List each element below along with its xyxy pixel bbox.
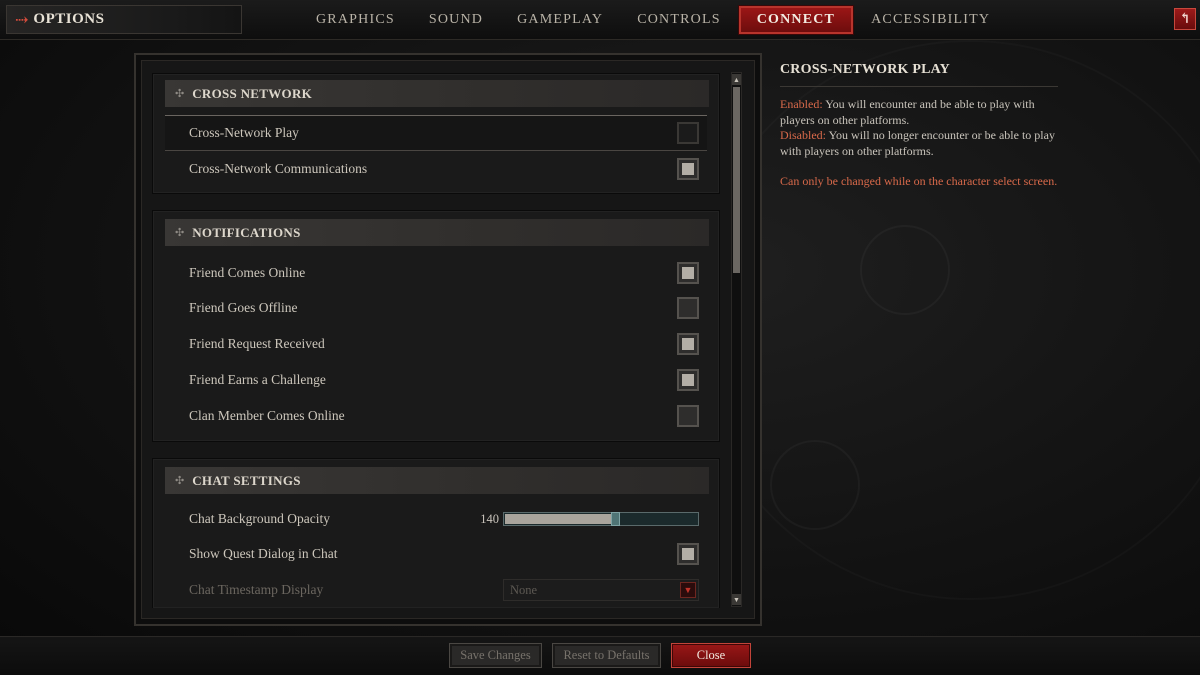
setting-label: Clan Member Comes Online [189,408,345,423]
friend-comes-online-checkbox[interactable] [677,262,699,284]
dropdown-arrow-icon: ▼ [680,582,696,598]
cross-network-play-checkbox[interactable] [677,122,699,144]
return-arrow-icon[interactable]: ↰ [1174,8,1196,30]
slider-fill [505,514,612,524]
clan-member-comes-online-checkbox[interactable] [677,405,699,427]
setting-clan-member-comes-online[interactable]: Clan Member Comes Online [189,401,699,431]
close-button[interactable]: Close [671,643,751,668]
section-header: ✣ CHAT SETTINGS [165,467,709,494]
section-cross-network: ✣ CROSS NETWORK Cross-Network Play Cross… [152,73,720,194]
tab-bar: GRAPHICS SOUND GAMEPLAY CONTROLS CONNECT… [300,6,1008,34]
setting-label: Friend Request Received [189,336,325,351]
section-title: NOTIFICATIONS [192,224,301,240]
timestamp-dropdown: None ▼ [503,579,699,601]
section-title: CROSS NETWORK [192,85,313,101]
section-title: CHAT SETTINGS [192,472,301,488]
diamond-icon: ✣ [175,475,185,487]
scroll-down-arrow-icon[interactable]: ▼ [732,594,741,605]
setting-label: Cross-Network Communications [189,161,368,176]
show-quest-dialog-checkbox[interactable] [677,543,699,565]
setting-cross-network-play[interactable]: Cross-Network Play [165,115,707,151]
disabled-label: Disabled: [780,128,826,142]
setting-friend-request-received[interactable]: Friend Request Received [189,329,699,359]
setting-friend-goes-offline[interactable]: Friend Goes Offline [189,293,699,323]
section-header: ✣ NOTIFICATIONS [165,219,709,246]
friend-goes-offline-checkbox[interactable] [677,297,699,319]
friend-request-received-checkbox[interactable] [677,333,699,355]
setting-chat-timestamp-display: Chat Timestamp Display None ▼ [189,575,699,605]
section-notifications: ✣ NOTIFICATIONS Friend Comes Online Frie… [152,210,720,442]
info-title: CROSS-NETWORK PLAY [780,62,1058,87]
section-chat-settings: ✣ CHAT SETTINGS Chat Background Opacity … [152,458,720,608]
scroll-up-arrow-icon[interactable]: ▲ [732,74,741,85]
save-changes-button[interactable]: Save Changes [449,643,542,668]
slider-thumb[interactable] [611,512,620,526]
setting-friend-earns-challenge[interactable]: Friend Earns a Challenge [189,365,699,395]
setting-label: Friend Comes Online [189,265,306,280]
friend-earns-challenge-checkbox[interactable] [677,369,699,391]
setting-friend-comes-online[interactable]: Friend Comes Online [189,258,699,288]
tab-sound[interactable]: SOUND [413,6,499,34]
opacity-slider[interactable] [503,512,699,526]
options-title: OPTIONS [33,11,105,27]
tab-graphics[interactable]: GRAPHICS [300,6,411,34]
tab-connect[interactable]: CONNECT [738,6,854,34]
setting-label: Chat Background Opacity [189,511,330,526]
section-header: ✣ CROSS NETWORK [165,80,709,107]
setting-label: Cross-Network Play [189,125,299,140]
diamond-icon: ✣ [175,88,185,100]
scrollbar[interactable]: ▲ ▼ [731,72,742,607]
options-arrow-icon: ⇢ [15,11,29,29]
opacity-value: 140 [480,511,499,526]
setting-chat-background-opacity[interactable]: Chat Background Opacity 140 [189,504,699,534]
setting-label: Show Quest Dialog in Chat [189,546,338,561]
tab-controls[interactable]: CONTROLS [621,6,737,34]
reset-to-defaults-button[interactable]: Reset to Defaults [552,643,661,668]
setting-label: Friend Earns a Challenge [189,372,326,387]
top-bar: ⇢ OPTIONS GRAPHICS SOUND GAMEPLAY CONTRO… [0,0,1200,40]
cross-network-communications-checkbox[interactable] [677,158,699,180]
info-warning: Can only be changed while on the charact… [780,174,1058,188]
enabled-label: Enabled: [780,97,823,111]
tab-accessibility[interactable]: ACCESSIBILITY [855,6,1006,34]
setting-show-quest-dialog[interactable]: Show Quest Dialog in Chat [189,539,699,569]
diamond-icon: ✣ [175,227,185,239]
setting-cross-network-communications[interactable]: Cross-Network Communications [189,154,699,184]
info-description: Enabled: You will encounter and be able … [780,97,1058,190]
scrollbar-thumb[interactable] [733,87,740,273]
dropdown-value: None [510,582,538,597]
options-header: ⇢ OPTIONS [6,5,242,34]
tab-gameplay[interactable]: GAMEPLAY [501,6,619,34]
setting-label: Friend Goes Offline [189,300,298,315]
setting-label: Chat Timestamp Display [189,582,324,597]
